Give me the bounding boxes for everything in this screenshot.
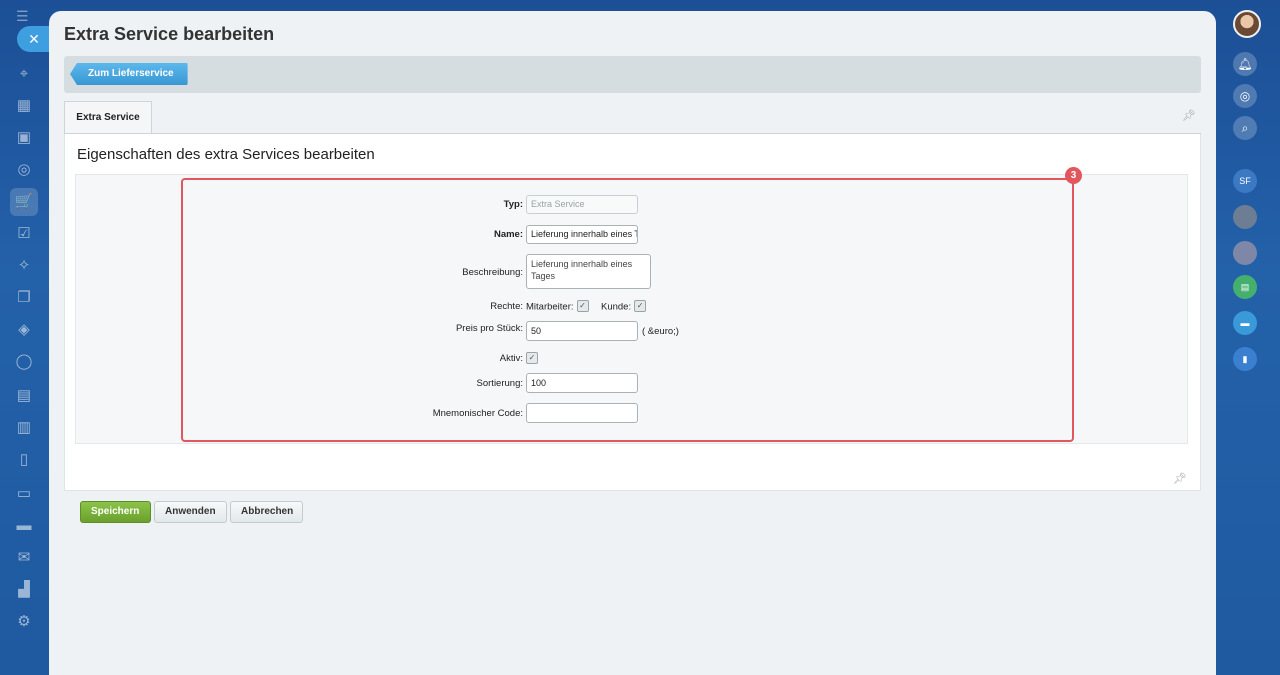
avatar[interactable] [1233, 205, 1257, 229]
circle-icon[interactable]: ◯ [12, 350, 36, 374]
section-heading: Eigenschaften des extra Services bearbei… [77, 146, 375, 163]
tab-extra-service[interactable]: Extra Service [64, 101, 152, 133]
step-badge: 3 [1065, 167, 1082, 184]
calendar-icon[interactable]: ▦ [12, 94, 36, 118]
mail-icon[interactable]: ✉ [12, 546, 36, 570]
document-icon[interactable]: ▤ [12, 384, 36, 408]
gear-icon[interactable]: ✧ [12, 254, 36, 278]
group-chat-icon[interactable]: ▤ [1233, 275, 1257, 299]
cancel-button[interactable]: Abbrechen [230, 501, 303, 523]
chat-search-icon[interactable]: ⌕ [1233, 116, 1257, 140]
file-icon[interactable]: ▯ [12, 448, 36, 472]
message-icon[interactable]: ▬ [1233, 311, 1257, 335]
close-panel-button[interactable]: ✕ [17, 26, 51, 52]
bell-icon[interactable]: 🔔︎ [1233, 52, 1257, 76]
apply-button[interactable]: Anwenden [154, 501, 227, 523]
pin-icon[interactable]: 📌︎ [1182, 109, 1196, 122]
back-to-delivery-service-button[interactable]: Zum Lieferservice [70, 63, 188, 85]
page-title: Extra Service bearbeiten [64, 24, 275, 44]
building-icon[interactable]: ▟ [12, 578, 36, 602]
settings-icon[interactable]: ⚙ [12, 610, 36, 634]
cart-icon[interactable]: 🛒 [10, 188, 38, 216]
right-sidebar: 🔔︎ ◎ ⌕ SF ▤ ▬ ▮ [1218, 0, 1280, 675]
activity-icon[interactable]: ◎ [1233, 84, 1257, 108]
highlight-frame [181, 178, 1074, 442]
user-avatar[interactable] [1233, 10, 1261, 38]
tab-container: Extra Service 📌︎ Eigenschaften des extra… [64, 101, 1201, 523]
inbox-icon[interactable]: ▬ [12, 514, 36, 538]
left-sidebar: ☰ ✕ ⌖ ▦ ▣ ◎ 🛒 ☑ ✧ ❐ ◈ ◯ ▤ ▥ ▯ ▭ ▬ ✉ ▟ ⚙ [0, 0, 51, 675]
pin-icon[interactable]: 📌︎ [1173, 472, 1187, 485]
presentation-icon[interactable]: ▭ [12, 482, 36, 506]
avatar-sf[interactable]: SF [1233, 169, 1257, 193]
menu-icon[interactable]: ☰ [16, 8, 29, 25]
diamond-icon[interactable]: ◈ [12, 318, 36, 342]
avatar[interactable] [1233, 241, 1257, 265]
checkbox-icon[interactable]: ☑ [12, 222, 36, 246]
filter-icon[interactable]: ⌖ [12, 62, 36, 86]
grid-icon[interactable]: ▥ [12, 416, 36, 440]
bookmark-icon[interactable]: ▮ [1233, 347, 1257, 371]
save-button[interactable]: Speichern [80, 501, 151, 523]
archive-icon[interactable]: ▣ [12, 126, 36, 150]
chat-icon[interactable]: ❐ [12, 286, 36, 310]
edit-extra-service-panel: Extra Service bearbeiten Zum Lieferservi… [49, 11, 1216, 675]
target-icon[interactable]: ◎ [12, 158, 36, 182]
context-toolbar: Zum Lieferservice [64, 56, 1201, 93]
tab-content: Eigenschaften des extra Services bearbei… [64, 134, 1201, 523]
